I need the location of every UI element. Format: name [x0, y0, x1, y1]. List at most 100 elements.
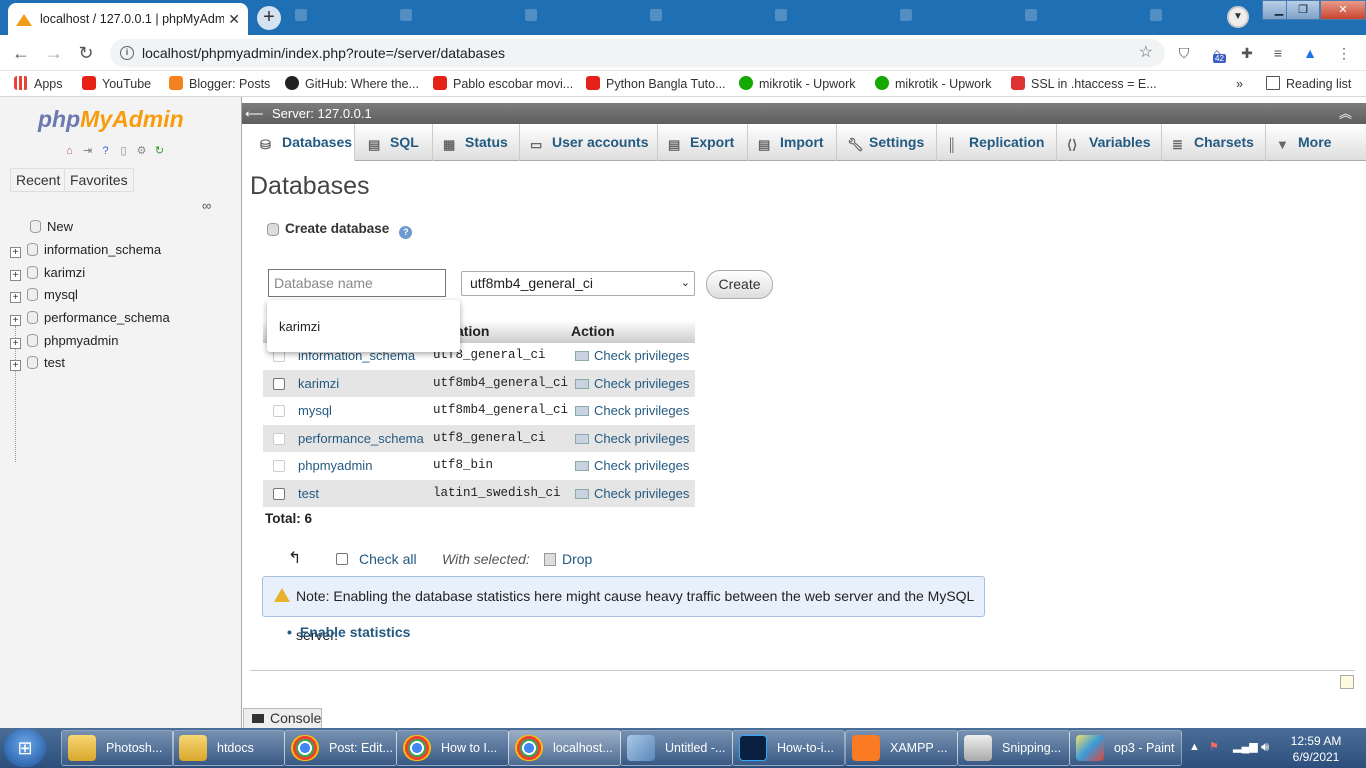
active-browser-tab[interactable]: localhost / 127.0.0.1 | phpMyAdmin ✕	[8, 3, 248, 35]
server-label[interactable]: Server: 127.0.0.1	[272, 103, 372, 124]
help-icon[interactable]: ?	[399, 226, 413, 239]
maximize-window-button[interactable]: ❐	[1286, 0, 1320, 20]
bookmark-blogger[interactable]: Blogger: Posts	[169, 75, 270, 93]
row-checkbox[interactable]	[273, 460, 285, 472]
sidebar-item-phpmyadmin[interactable]: + phpmyadmin	[10, 331, 118, 351]
back-arrow-icon[interactable]: ←	[9, 41, 33, 65]
tab-export[interactable]: ▤ Export	[658, 124, 748, 161]
check-privileges-link[interactable]: Check privileges	[575, 480, 689, 507]
close-tab-icon[interactable]: ✕	[228, 11, 240, 28]
show-hidden-icons-icon[interactable]: ▲	[1189, 741, 1200, 753]
row-checkbox[interactable]	[273, 377, 285, 390]
bookmark-github[interactable]: GitHub: Where the...	[285, 75, 419, 93]
background-tab[interactable]	[400, 9, 418, 25]
taskbar-item-localhost[interactable]: localhost...	[508, 730, 621, 766]
documentation-icon[interactable]: ▯	[116, 144, 131, 159]
check-privileges-link[interactable]: Check privileges	[575, 452, 689, 479]
database-link[interactable]: karimzi	[298, 370, 339, 397]
taskbar-item-htdocs[interactable]: htdocs	[172, 730, 285, 766]
shield-extension-icon[interactable]: ⛉	[1174, 43, 1194, 63]
check-privileges-link[interactable]: Check privileges	[575, 425, 689, 452]
settings-gear-icon[interactable]: ⚙	[134, 144, 149, 159]
bookmark-upwork-1[interactable]: mikrotik - Upwork	[739, 75, 856, 93]
background-tab[interactable]	[650, 9, 668, 25]
expand-icon[interactable]: +	[10, 292, 21, 303]
taskbar-item-untitled[interactable]: Untitled -...	[620, 730, 733, 766]
home-icon[interactable]: ⌂	[62, 144, 77, 159]
tab-replication[interactable]: ║ Replication	[937, 124, 1057, 161]
favorites-button[interactable]: Favorites	[64, 168, 134, 192]
reload-icon[interactable]: ↻	[74, 41, 98, 65]
scroll-top-icon[interactable]: ︽	[1339, 103, 1352, 124]
recent-tables-button[interactable]: Recent	[10, 168, 67, 192]
background-tab[interactable]	[295, 9, 313, 25]
background-tab[interactable]	[775, 9, 793, 25]
enable-statistics-link[interactable]: Enable statistics	[287, 624, 411, 640]
sidebar-item-performance-schema[interactable]: + performance_schema	[10, 308, 170, 328]
tab-settings[interactable]: 🔧︎ Settings	[837, 124, 937, 161]
sidebar-item-information-schema[interactable]: + information_schema	[10, 240, 161, 260]
reading-list-button[interactable]: Reading list	[1266, 75, 1351, 93]
profile-menu-icon[interactable]: ▼	[1227, 6, 1249, 28]
link-with-main-panel-icon[interactable]: ∞	[202, 198, 211, 213]
check-all-checkbox[interactable]	[336, 553, 348, 565]
check-privileges-link[interactable]: Check privileges	[575, 342, 689, 369]
reload-navigation-icon[interactable]: ↻	[152, 144, 167, 159]
tab-user-accounts[interactable]: ▭ User accounts	[520, 124, 658, 161]
database-name-input[interactable]	[268, 269, 446, 297]
background-tab[interactable]	[900, 9, 918, 25]
database-link[interactable]: performance_schema	[298, 425, 424, 452]
help-icon[interactable]: ?	[98, 144, 113, 159]
site-info-icon[interactable]: i	[120, 46, 134, 60]
taskbar-clock[interactable]: 12:59 AM 6/9/2021	[1286, 733, 1346, 765]
extensions-puzzle-icon[interactable]: ✚	[1237, 43, 1257, 63]
row-checkbox[interactable]	[273, 405, 285, 417]
taskbar-item-photoshop[interactable]: How-to-i...	[732, 730, 845, 766]
media-queue-icon[interactable]: ≡	[1268, 43, 1288, 63]
expand-icon[interactable]: +	[10, 360, 21, 371]
bookmark-python[interactable]: Python Bangla Tuto...	[586, 75, 726, 93]
collation-select[interactable]: utf8mb4_general_ci ⌄	[461, 271, 695, 296]
database-link[interactable]: mysql	[298, 397, 332, 424]
logout-icon[interactable]: ⇥	[80, 144, 95, 159]
tab-import[interactable]: ▤ Import	[748, 124, 837, 161]
more-bookmarks-icon[interactable]: »	[1236, 75, 1243, 93]
database-link[interactable]: test	[298, 480, 319, 507]
create-button[interactable]: Create	[706, 270, 773, 299]
taskbar-item-how-to[interactable]: How to I...	[396, 730, 509, 766]
bookmark-apps[interactable]: Apps	[14, 75, 63, 93]
tab-variables[interactable]: ⟨⟩ Variables	[1057, 124, 1162, 161]
check-all-label[interactable]: Check all	[359, 549, 417, 569]
taskbar-item-snipping[interactable]: Snipping...	[957, 730, 1070, 766]
collation-column-header[interactable]: ation	[456, 320, 489, 342]
tab-status[interactable]: ▦ Status	[433, 124, 520, 161]
sidebar-item-new[interactable]: New	[30, 217, 73, 237]
bookmark-pablo[interactable]: Pablo escobar movi...	[433, 75, 573, 93]
check-privileges-link[interactable]: Check privileges	[575, 397, 689, 424]
taskbar-item-xampp[interactable]: XAMPP ...	[845, 730, 958, 766]
bookmark-upwork-2[interactable]: mikrotik - Upwork	[875, 75, 992, 93]
bookmark-ssl[interactable]: SSL in .htaccess = E...	[1011, 75, 1157, 93]
taskbar-item-paint[interactable]: op3 - Paint	[1069, 730, 1182, 766]
database-link[interactable]: phpmyadmin	[298, 452, 372, 479]
network-signal-icon[interactable]: ▂▄▆	[1233, 740, 1258, 753]
tab-sql[interactable]: ▤ SQL	[358, 124, 433, 161]
page-settings-icon[interactable]	[1340, 675, 1354, 689]
expand-icon[interactable]: +	[10, 247, 21, 258]
background-tab[interactable]	[525, 9, 543, 25]
bookmark-star-icon[interactable]: ☆	[1139, 39, 1153, 67]
taskbar-item-post-edit[interactable]: Post: Edit...	[284, 730, 397, 766]
cap-extension-icon[interactable]: ▲	[1300, 43, 1320, 63]
expand-icon[interactable]: +	[10, 338, 21, 349]
expand-icon[interactable]: +	[10, 315, 21, 326]
chrome-menu-icon[interactable]: ⋮	[1334, 43, 1354, 63]
taskbar-item-photoshop-folder[interactable]: Photosh...	[61, 730, 174, 766]
close-window-button[interactable]: ✕	[1320, 0, 1366, 20]
sidebar-item-karimzi[interactable]: + karimzi	[10, 263, 85, 283]
sidebar-item-test[interactable]: + test	[10, 353, 65, 373]
start-button-icon[interactable]: ⊞	[4, 729, 46, 767]
phpmyadmin-logo[interactable]: phpMyAdmin	[38, 106, 184, 133]
collapse-sidebar-icon[interactable]: ⟵	[245, 103, 264, 124]
volume-icon[interactable]: 🔊︎	[1261, 739, 1269, 755]
forward-arrow-icon[interactable]: →	[42, 41, 66, 65]
